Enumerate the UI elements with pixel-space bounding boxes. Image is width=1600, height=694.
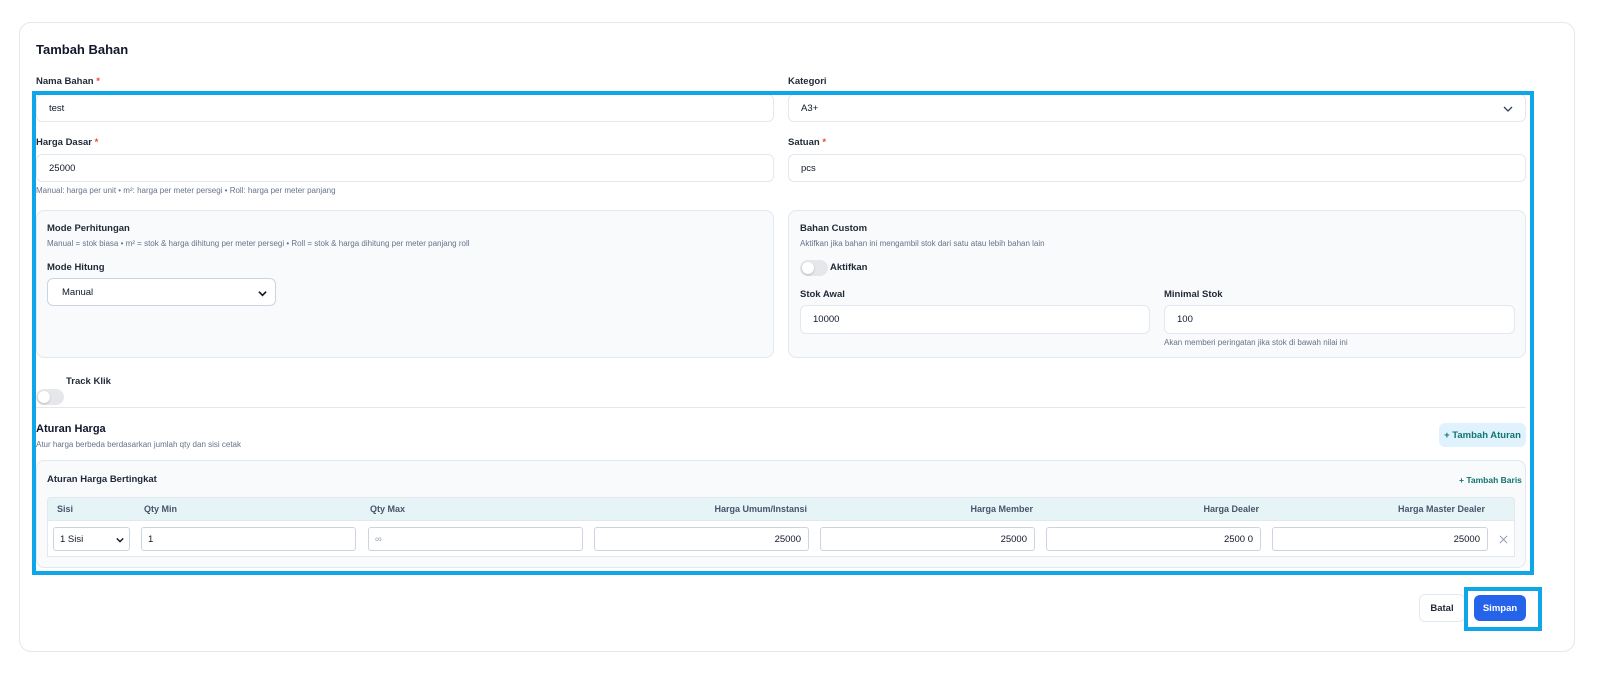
track-klik-toggle[interactable] — [36, 389, 64, 405]
bahan-custom-panel — [788, 210, 1526, 358]
stok-awal-input[interactable]: 10000 — [800, 305, 1150, 334]
th-harga-master-dealer: Harga Master Dealer — [1397, 504, 1485, 514]
satuan-label-text: Satuan — [788, 137, 820, 148]
tambah-aturan-button[interactable]: + Tambah Aturan — [1439, 423, 1526, 447]
qty-min-input[interactable]: 1 — [141, 527, 356, 551]
th-qty-max: Qty Max — [370, 504, 406, 514]
nama-bahan-input[interactable]: test — [36, 94, 774, 122]
harga-member-input[interactable]: 25000 — [820, 527, 1035, 551]
aturan-bertingkat-title: Aturan Harga Bertingkat — [47, 474, 157, 485]
th-qty-min: Qty Min — [144, 504, 177, 514]
tambah-baris-button[interactable]: + Tambah Baris — [1459, 475, 1522, 485]
harga-master-dealer-value: 25000 — [1453, 533, 1480, 545]
satuan-value: pcs — [801, 162, 816, 174]
required-mark: * — [96, 76, 100, 87]
mode-hitung-label: Mode Hitung — [47, 262, 105, 273]
harga-dealer-value: 2500 0 — [1223, 533, 1253, 545]
kategori-label: Kategori — [788, 76, 827, 87]
bahan-custom-title: Bahan Custom — [800, 223, 868, 234]
harga-dealer-input[interactable]: 2500 0 — [1046, 527, 1261, 551]
harga-dasar-input[interactable]: 25000 — [36, 154, 774, 182]
aktifkan-label: Aktifkan — [830, 262, 868, 273]
sisi-select[interactable]: 1 Sisi — [53, 527, 130, 551]
mode-perhitungan-desc: Manual = stok biasa • m² = stok & harga … — [47, 239, 470, 248]
th-harga-umum: Harga Umum/Instansi — [714, 504, 807, 514]
harga-dasar-value: 25000 — [49, 162, 76, 174]
chevron-down-icon — [116, 537, 124, 543]
harga-dasar-label: Harga Dasar * — [36, 137, 98, 148]
th-sisi: Sisi — [57, 504, 74, 514]
mode-perhitungan-title: Mode Perhitungan — [47, 223, 130, 234]
minimal-stok-input[interactable]: 100 — [1164, 305, 1515, 334]
harga-master-dealer-input[interactable]: 25000 — [1272, 527, 1488, 551]
sisi-value: 1 Sisi — [60, 533, 84, 545]
chevron-down-icon — [1503, 106, 1513, 112]
bahan-custom-desc: Aktifkan jika bahan ini mengambil stok d… — [800, 239, 1045, 248]
harga-umum-input[interactable]: 25000 — [594, 527, 809, 551]
kategori-value: A3+ — [801, 102, 819, 114]
kategori-select[interactable]: A3+ — [788, 94, 1526, 122]
section-divider — [36, 407, 1526, 408]
mode-hitung-select[interactable]: Manual — [47, 278, 276, 306]
mode-hitung-value: Manual — [62, 286, 94, 298]
stok-awal-value: 10000 — [813, 314, 840, 325]
nama-bahan-value: test — [49, 102, 65, 114]
aktifkan-toggle[interactable] — [800, 260, 828, 276]
satuan-input[interactable]: pcs — [788, 154, 1526, 182]
harga-dasar-label-text: Harga Dasar — [36, 137, 92, 148]
qty-max-input[interactable]: ∞ — [368, 527, 583, 551]
simpan-button[interactable]: Simpan — [1474, 595, 1526, 621]
harga-member-value: 25000 — [1000, 533, 1027, 545]
th-harga-member: Harga Member — [970, 504, 1033, 514]
required-mark: * — [94, 137, 99, 148]
track-klik-label: Track Klik — [66, 376, 111, 387]
chevron-down-icon — [258, 291, 267, 297]
minimal-stok-label: Minimal Stok — [1164, 289, 1223, 300]
batal-button[interactable]: Batal — [1419, 594, 1465, 622]
nama-bahan-label-text: Nama Bahan — [36, 76, 94, 87]
minimal-stok-value: 100 — [1177, 314, 1193, 325]
aturan-harga-desc: Atur harga berbeda berdasarkan jumlah qt… — [36, 440, 242, 449]
aturan-harga-title: Aturan Harga — [36, 423, 106, 435]
required-mark: * — [822, 137, 827, 148]
nama-bahan-label: Nama Bahan * — [36, 76, 100, 87]
close-icon[interactable] — [1499, 535, 1508, 544]
harga-umum-value: 25000 — [774, 533, 801, 545]
stok-awal-label: Stok Awal — [800, 289, 845, 300]
harga-dasar-hint: Manual: harga per unit • m²: harga per m… — [36, 186, 336, 195]
qty-min-value: 1 — [148, 533, 154, 545]
form-title: Tambah Bahan — [36, 42, 129, 57]
th-harga-dealer: Harga Dealer — [1203, 504, 1259, 514]
satuan-label: Satuan * — [788, 137, 826, 148]
minimal-stok-hint: Akan memberi peringatan jika stok di baw… — [1164, 338, 1348, 347]
qty-max-placeholder: ∞ — [375, 533, 382, 545]
